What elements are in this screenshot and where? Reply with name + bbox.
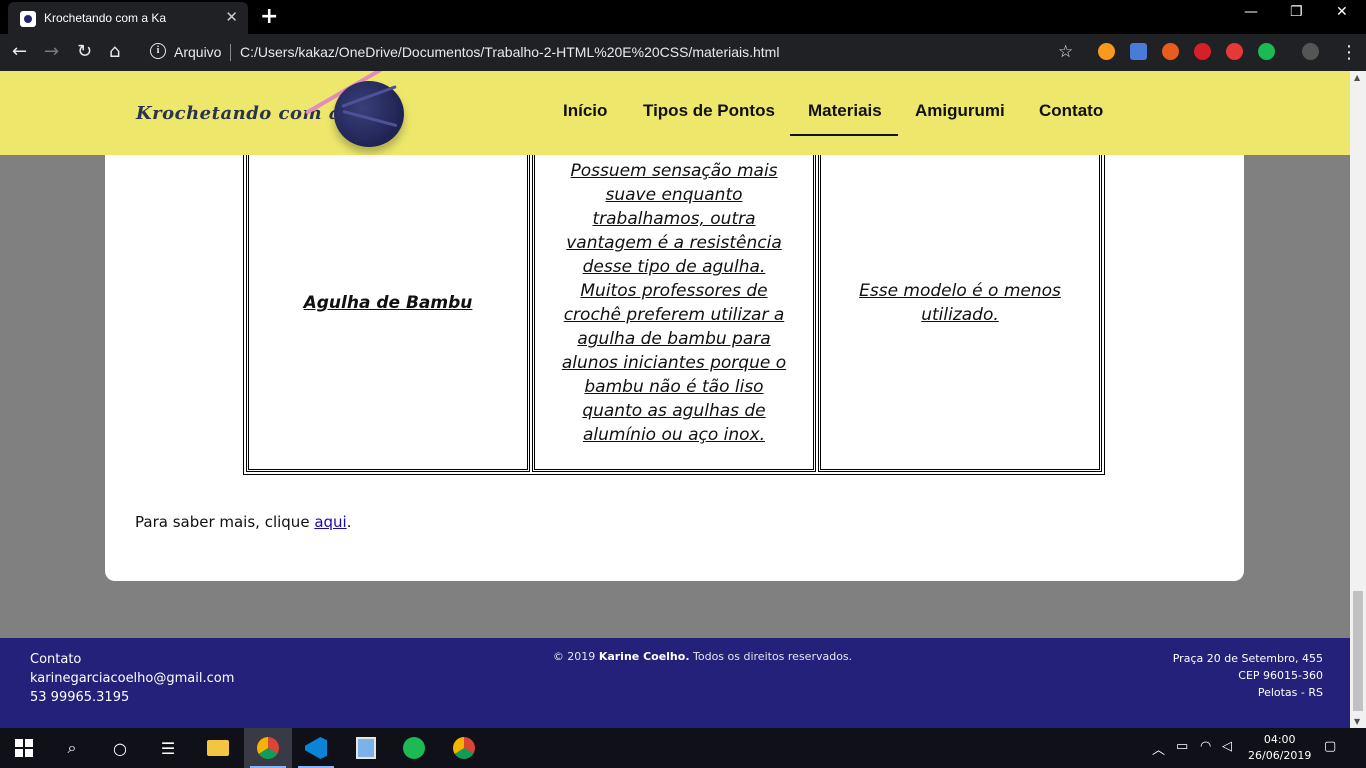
spotify-icon[interactable] [390, 728, 438, 768]
clock-date: 26/06/2019 [1248, 749, 1312, 762]
extension-youtube-icon[interactable] [1226, 43, 1243, 60]
extension-adblock-icon[interactable] [1194, 43, 1211, 60]
browser-menu-icon[interactable]: ⋮ [1340, 42, 1358, 63]
battery-icon[interactable]: ▭ [1176, 739, 1188, 754]
chrome-taskbar-icon[interactable] [244, 728, 292, 768]
table-cell-note: Esse modelo é o menos utilizado. [818, 134, 1102, 472]
file-explorer-icon[interactable] [194, 728, 242, 768]
notifications-icon[interactable]: ▢ [1324, 739, 1336, 754]
more-info-link[interactable]: aqui [314, 513, 346, 531]
copyright-name: Karine Coelho. [598, 650, 690, 663]
scrollbar-thumb[interactable] [1353, 591, 1363, 711]
footer-address: Praça 20 de Setembro, 455 CEP 96015-360 … [1173, 650, 1323, 701]
footer-address-line1: Praça 20 de Setembro, 455 [1172, 652, 1323, 665]
material-description: Possuem sensação mais suave enquanto tra… [561, 161, 787, 445]
minimize-icon[interactable]: — [1244, 4, 1258, 20]
scroll-down-icon[interactable]: ▼ [1354, 717, 1360, 726]
paint-icon[interactable] [342, 728, 390, 768]
footer-phone: 53 99965.3195 [30, 690, 130, 705]
taskbar-clock[interactable]: 04:00 26/06/2019 [1248, 732, 1311, 764]
forward-icon[interactable]: → [44, 41, 59, 62]
clock-time: 04:00 [1263, 733, 1296, 746]
browser-tab[interactable]: Krochetando com a Ka ✕ [8, 2, 248, 34]
material-name: Agulha de Bambu [303, 293, 473, 313]
reload-icon[interactable]: ↻ [77, 41, 92, 62]
footer-address-line2: CEP 96015-360 [1238, 669, 1323, 682]
yarn-ball-icon [334, 81, 404, 147]
copyright-suffix: Todos os direitos reservados. [689, 650, 853, 663]
address-bar[interactable]: i Arquivo C:/Users/kakaz/OneDrive/Docume… [140, 38, 1086, 67]
windows-start-icon[interactable] [0, 728, 48, 768]
table-cell-name: Agulha de Bambu [246, 134, 530, 472]
browser-tab-bar: Krochetando com a Ka ✕ + — ❐ ✕ [0, 0, 1366, 34]
vscode-icon[interactable] [292, 728, 340, 768]
window-close-icon[interactable]: ✕ [1336, 4, 1348, 20]
search-icon[interactable]: ⌕ [48, 728, 96, 768]
footer-copyright: © 2019 Karine Coelho. Todos os direitos … [0, 650, 1350, 663]
tray-chevron-icon[interactable]: ︿ [1152, 739, 1165, 758]
extension-fire-icon[interactable] [1162, 43, 1179, 60]
browser-toolbar: ← → ↻ ⌂ i Arquivo C:/Users/kakaz/OneDriv… [0, 34, 1366, 71]
page-scrollbar[interactable]: ▲ ▼ [1350, 71, 1366, 728]
extension-translate-icon[interactable] [1130, 43, 1147, 60]
site-footer: Contato karinegarciacoelho@gmail.com 53 … [0, 638, 1350, 728]
wifi-icon[interactable]: ◠ [1200, 739, 1211, 754]
footer-address-line3: Pelotas - RS [1257, 686, 1323, 699]
chrome-second-icon[interactable] [440, 728, 488, 768]
task-view-icon[interactable]: ☰ [144, 728, 192, 768]
more-info-text: Para saber mais, clique [135, 513, 315, 531]
more-info-end: . [346, 513, 352, 531]
table-cell-description: Possuem sensação mais suave enquanto tra… [532, 134, 816, 472]
close-tab-icon[interactable]: ✕ [225, 8, 238, 26]
back-icon[interactable]: ← [12, 41, 27, 62]
address-prefix: Arquivo [174, 44, 222, 60]
new-tab-icon[interactable]: + [260, 4, 278, 29]
cortana-icon[interactable]: ○ [96, 728, 144, 768]
profile-avatar-icon[interactable] [1302, 43, 1319, 60]
site-favicon-icon [20, 11, 36, 27]
active-nav-underline [790, 134, 898, 136]
materials-table: Agulha de Bambu Possuem sensação mais su… [243, 131, 1105, 475]
url-text[interactable]: C:/Users/kakaz/OneDrive/Documentos/Traba… [240, 44, 779, 60]
extension-play-icon[interactable] [1098, 43, 1115, 60]
volume-icon[interactable]: ◁ [1222, 739, 1232, 754]
more-info-paragraph: Para saber mais, clique aqui. [135, 513, 351, 531]
bookmark-star-icon[interactable]: ☆ [1058, 42, 1073, 62]
nav-tipos-de-pontos[interactable]: Tipos de Pontos [643, 101, 775, 121]
footer-email: karinegarciacoelho@gmail.com [30, 671, 235, 686]
info-icon[interactable]: i [150, 43, 166, 59]
nav-contato[interactable]: Contato [1039, 101, 1103, 121]
home-icon[interactable]: ⌂ [109, 41, 120, 62]
material-note: Esse modelo é o menos utilizado. [859, 281, 1061, 325]
scroll-up-icon[interactable]: ▲ [1354, 73, 1360, 82]
site-header: Krochetando com a Ka Início Tipos de Pon… [0, 71, 1350, 155]
nav-inicio[interactable]: Início [563, 101, 607, 121]
restore-icon[interactable]: ❐ [1290, 4, 1303, 20]
nav-amigurumi[interactable]: Amigurumi [915, 101, 1005, 121]
tab-title: Krochetando com a Ka [44, 11, 167, 25]
address-separator [230, 44, 231, 61]
page-viewport: Agulha de Bambu Possuem sensação mais su… [0, 71, 1350, 728]
copyright-prefix: © 2019 [552, 650, 599, 663]
windows-taskbar: ⌕ ○ ☰ ︿ ▭ ◠ ◁ 04:00 26/06/2019 ▢ [0, 728, 1366, 768]
nav-materiais[interactable]: Materiais [808, 101, 882, 121]
extension-green-icon[interactable] [1258, 43, 1275, 60]
